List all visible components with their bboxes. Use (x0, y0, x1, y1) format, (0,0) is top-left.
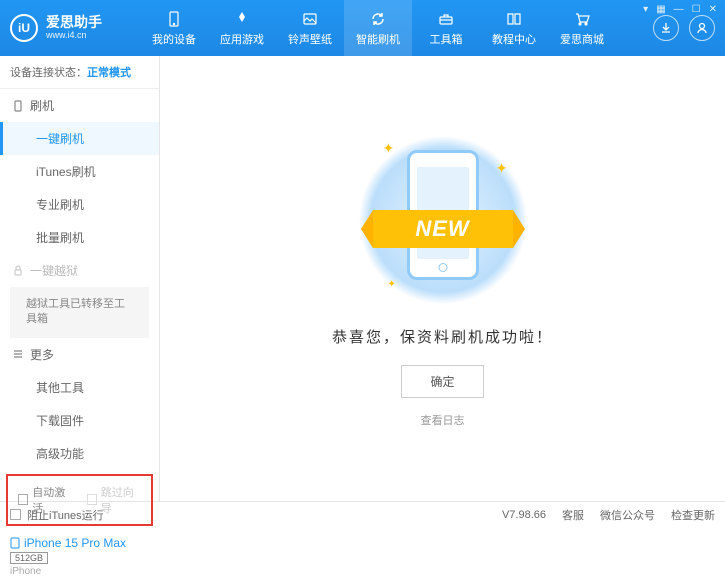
flash-section-header[interactable]: 刷机 (0, 89, 159, 122)
sidebar-download-firmware[interactable]: 下载固件 (0, 404, 159, 437)
sparkle-icon: ✦ (388, 279, 396, 290)
sidebar-advanced[interactable]: 高级功能 (0, 437, 159, 470)
lock-icon (12, 265, 24, 277)
logo-icon: iU (10, 14, 38, 42)
nav-tutorial[interactable]: 教程中心 (480, 0, 548, 56)
nav-label: 智能刷机 (356, 31, 400, 47)
device-type: iPhone (10, 566, 149, 577)
version-label: V7.98.66 (502, 509, 546, 521)
confirm-button[interactable]: 确定 (401, 365, 483, 398)
nav-apps[interactable]: 应用游戏 (208, 0, 276, 56)
nav-label: 教程中心 (492, 31, 536, 47)
sidebar-one-key-flash[interactable]: 一键刷机 (0, 122, 159, 155)
phone-icon (12, 100, 24, 112)
sidebar-pro-flash[interactable]: 专业刷机 (0, 188, 159, 221)
phone-icon (10, 537, 20, 549)
nav-label: 工具箱 (430, 31, 463, 47)
close-button[interactable]: ✕ (709, 4, 717, 15)
phone-icon (165, 10, 183, 28)
nav-my-device[interactable]: 我的设备 (140, 0, 208, 56)
checkbox-icon (87, 494, 97, 505)
device-name[interactable]: iPhone 15 Pro Max (10, 536, 149, 550)
main-content: ✦ ✦ ✦ NEW 恭喜您，保资料刷机成功啦！ 确定 查看日志 (160, 56, 725, 501)
connection-status: 设备连接状态：正常模式 (0, 56, 159, 89)
sidebar-other-tools[interactable]: 其他工具 (0, 371, 159, 404)
sidebar: 设备连接状态：正常模式 刷机 一键刷机 iTunes刷机 专业刷机 批量刷机 一… (0, 56, 160, 501)
check-update-link[interactable]: 检查更新 (671, 507, 715, 523)
picture-icon (301, 10, 319, 28)
toolbox-icon (437, 10, 455, 28)
new-ribbon: NEW (373, 210, 513, 248)
main-nav: 我的设备 应用游戏 铃声壁纸 智能刷机 工具箱 (140, 0, 653, 56)
refresh-icon (369, 10, 387, 28)
nav-label: 铃声壁纸 (288, 31, 332, 47)
jailbreak-moved-note[interactable]: 越狱工具已转移至工具箱 (10, 287, 149, 338)
app-header: iU 爱思助手 www.i4.cn 我的设备 应用游戏 铃声壁纸 (0, 0, 725, 56)
sparkle-icon: ✦ (383, 140, 395, 157)
nav-store[interactable]: 爱思商城 (548, 0, 616, 56)
sidebar-batch-flash[interactable]: 批量刷机 (0, 221, 159, 254)
nav-label: 应用游戏 (220, 31, 264, 47)
storage-badge: 512GB (10, 552, 48, 564)
logo-area: iU 爱思助手 www.i4.cn (10, 14, 140, 42)
app-url: www.i4.cn (46, 31, 102, 41)
success-message: 恭喜您，保资料刷机成功啦！ (332, 326, 553, 347)
nav-toolbox[interactable]: 工具箱 (412, 0, 480, 56)
nav-flash[interactable]: 智能刷机 (344, 0, 412, 56)
block-itunes-checkbox[interactable] (10, 509, 21, 520)
more-section-header[interactable]: 更多 (0, 338, 159, 371)
user-button[interactable] (689, 15, 715, 41)
list-icon (12, 348, 24, 360)
book-icon (505, 10, 523, 28)
nav-label: 爱思商城 (560, 31, 604, 47)
nav-label: 我的设备 (152, 31, 196, 47)
checkbox-icon (18, 494, 28, 505)
customer-service-link[interactable]: 客服 (562, 507, 584, 523)
download-button[interactable] (653, 15, 679, 41)
status-value: 正常模式 (87, 67, 131, 79)
block-itunes-label: 阻止iTunes运行 (27, 507, 104, 523)
success-illustration: ✦ ✦ ✦ NEW (363, 130, 523, 310)
sparkle-icon: ✦ (496, 160, 508, 177)
jailbreak-section-header: 一键越狱 (0, 254, 159, 287)
cart-icon (573, 10, 591, 28)
app-title: 爱思助手 (46, 15, 102, 30)
sidebar-itunes-flash[interactable]: iTunes刷机 (0, 155, 159, 188)
nav-ringtones[interactable]: 铃声壁纸 (276, 0, 344, 56)
view-log-link[interactable]: 查看日志 (421, 412, 465, 428)
skin-button[interactable]: ▦ (656, 4, 665, 15)
maximize-button[interactable]: ☐ (692, 4, 701, 15)
device-info: iPhone 15 Pro Max 512GB iPhone (0, 530, 159, 583)
apps-icon (233, 10, 251, 28)
minimize-button[interactable]: — (674, 4, 684, 15)
menu-button[interactable]: ▾ (643, 4, 648, 15)
wechat-link[interactable]: 微信公众号 (600, 507, 655, 523)
